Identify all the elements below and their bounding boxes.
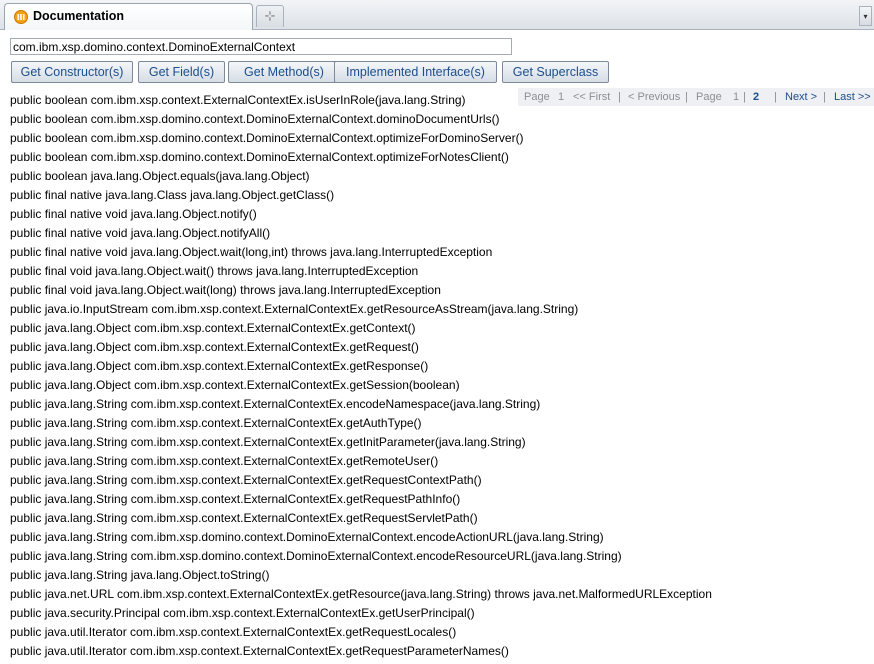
method-item: public boolean com.ibm.xsp.context.Exter… bbox=[10, 93, 466, 107]
pager-separator: | bbox=[685, 91, 688, 103]
tab-title: Documentation bbox=[33, 9, 124, 23]
pager-page-1-link[interactable]: 1 bbox=[733, 91, 739, 103]
method-item: public java.lang.String com.ibm.xsp.cont… bbox=[10, 492, 461, 506]
chevron-down-icon: ▾ bbox=[863, 12, 868, 21]
implemented-interfaces-button[interactable]: Implemented Interface(s) bbox=[334, 61, 497, 83]
method-item: public final native void java.lang.Objec… bbox=[10, 207, 257, 221]
pager-first-link[interactable]: << First bbox=[573, 91, 610, 103]
method-item: public java.util.Iterator com.ibm.xsp.co… bbox=[10, 644, 509, 658]
tab-documentation[interactable]: Documentation bbox=[4, 3, 253, 30]
method-item: public final void java.lang.Object.wait(… bbox=[10, 264, 419, 278]
method-item: public final native void java.lang.Objec… bbox=[10, 226, 271, 240]
method-item: public boolean com.ibm.xsp.domino.contex… bbox=[10, 131, 524, 145]
pager-current-page: 1 bbox=[558, 91, 565, 103]
pager-last-link[interactable]: Last >> bbox=[834, 91, 871, 103]
method-item: public java.lang.String com.ibm.xsp.cont… bbox=[10, 511, 478, 525]
pager-separator: | bbox=[823, 91, 826, 103]
method-item: public boolean java.lang.Object.equals(j… bbox=[10, 169, 310, 183]
method-item: public java.lang.Object com.ibm.xsp.cont… bbox=[10, 359, 429, 373]
method-item: public java.lang.Object com.ibm.xsp.cont… bbox=[10, 321, 416, 335]
method-item: public final native java.lang.Class java… bbox=[10, 188, 335, 202]
pager-previous-link[interactable]: < Previous bbox=[628, 91, 680, 103]
pager-separator: | bbox=[774, 91, 777, 103]
get-superclass-button[interactable]: Get Superclass bbox=[502, 61, 609, 83]
method-item: public final void java.lang.Object.wait(… bbox=[10, 283, 441, 297]
tab-bar: Documentation ⊹ ▾ bbox=[0, 0, 874, 30]
method-item: public java.lang.String com.ibm.xsp.cont… bbox=[10, 397, 541, 411]
method-item: public java.io.InputStream com.ibm.xsp.c… bbox=[10, 302, 579, 316]
method-item: public java.lang.String com.ibm.xsp.cont… bbox=[10, 416, 422, 430]
method-item: public final native void java.lang.Objec… bbox=[10, 245, 493, 259]
method-item: public java.lang.String com.ibm.xsp.domi… bbox=[10, 530, 604, 544]
method-item: public boolean com.ibm.xsp.domino.contex… bbox=[10, 150, 509, 164]
pager-page-label-2: Page bbox=[696, 91, 722, 103]
new-tab-button[interactable]: ⊹ bbox=[256, 5, 284, 27]
method-item: public java.lang.String com.ibm.xsp.cont… bbox=[10, 473, 482, 487]
get-constructors-button[interactable]: Get Constructor(s) bbox=[11, 61, 133, 83]
pager-next-link[interactable]: Next > bbox=[785, 91, 817, 103]
documentation-icon bbox=[14, 10, 28, 24]
method-item: public java.lang.Object com.ibm.xsp.cont… bbox=[10, 378, 460, 392]
get-fields-button[interactable]: Get Field(s) bbox=[138, 61, 225, 83]
method-item: public java.lang.String com.ibm.xsp.cont… bbox=[10, 454, 439, 468]
new-tab-icon: ⊹ bbox=[264, 8, 276, 23]
pager-page-label: Page bbox=[524, 91, 550, 103]
method-item: public boolean com.ibm.xsp.domino.contex… bbox=[10, 112, 500, 126]
pager-separator: | bbox=[743, 91, 746, 103]
method-item: public java.lang.String com.ibm.xsp.domi… bbox=[10, 549, 622, 563]
method-item: public java.security.Principal com.ibm.x… bbox=[10, 606, 475, 620]
class-name-input[interactable] bbox=[10, 38, 512, 55]
pager: Page 1 << First | < Previous | Page 1 | … bbox=[518, 88, 874, 106]
method-item: public java.lang.String com.ibm.xsp.cont… bbox=[10, 435, 526, 449]
method-item: public java.net.URL com.ibm.xsp.context.… bbox=[10, 587, 712, 601]
get-methods-button[interactable]: Get Method(s) bbox=[228, 61, 340, 83]
method-item: public java.util.Iterator com.ibm.xsp.co… bbox=[10, 625, 457, 639]
pager-page-2-link[interactable]: 2 bbox=[753, 91, 759, 103]
pager-separator: | bbox=[618, 91, 621, 103]
tab-menu-button[interactable]: ▾ bbox=[859, 6, 872, 26]
method-item: public java.lang.Object com.ibm.xsp.cont… bbox=[10, 340, 419, 354]
method-item: public java.lang.String java.lang.Object… bbox=[10, 568, 270, 582]
